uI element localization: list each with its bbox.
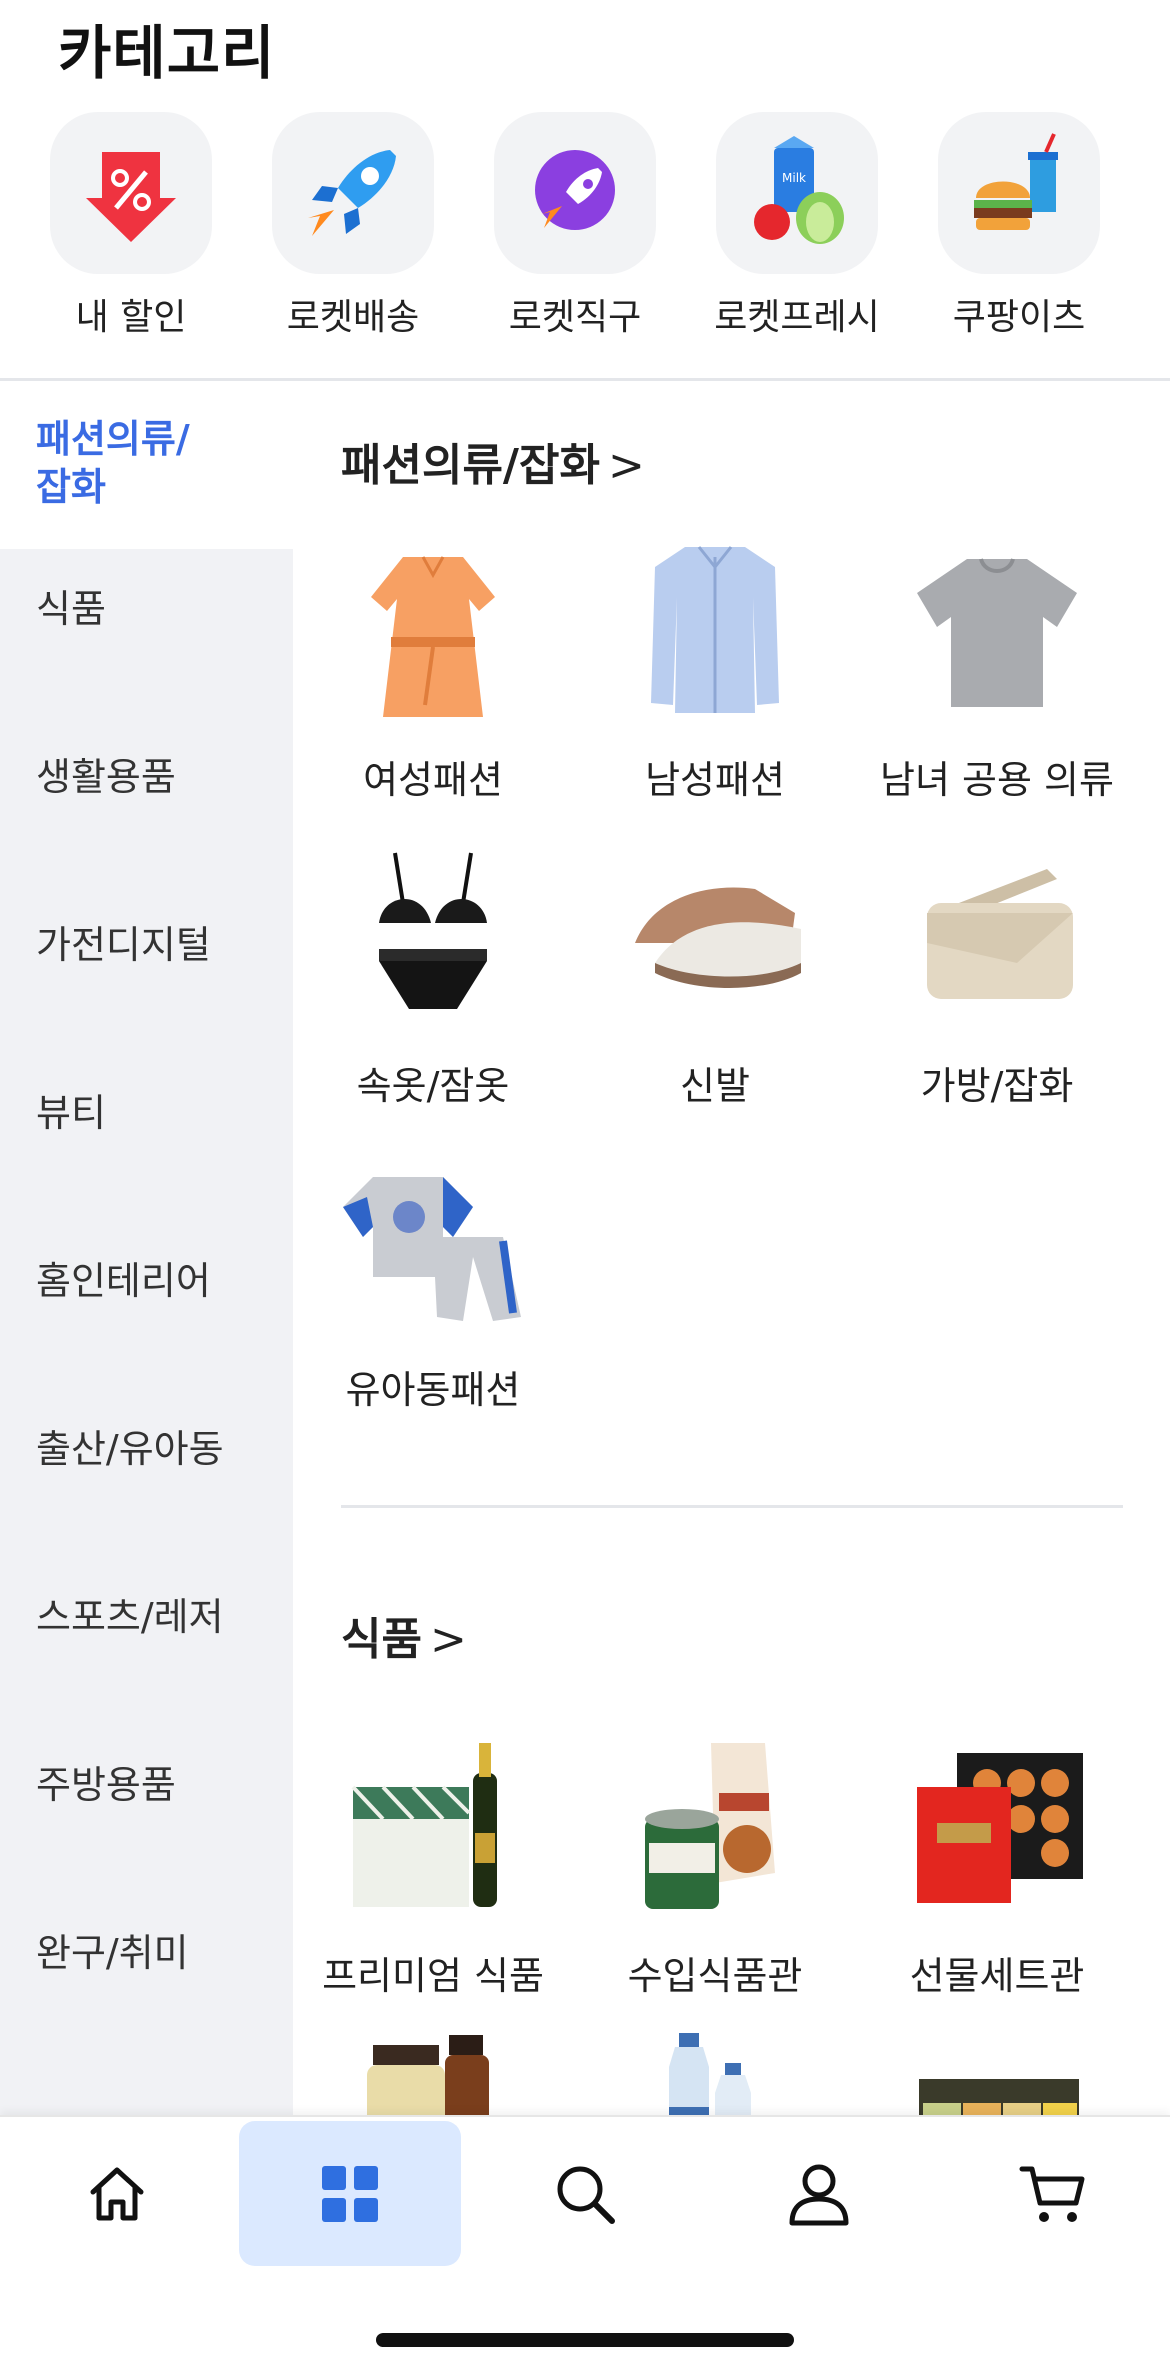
quick-link-rocket-fresh[interactable]: Milk 로켓프레시: [697, 112, 897, 340]
subcategory-imported-food[interactable]: 수입식품관: [575, 1723, 855, 2000]
sidebar-item-label: 패션의류/ 잡화: [36, 417, 190, 509]
chevron-right-icon: >: [429, 1614, 467, 1665]
subcategory-premium-food[interactable]: 프리미엄 식품: [293, 1723, 573, 2000]
category-content: 패션의류/잡화 > 여성패션 남성패션 남녀 공용 의류 속옷/잠옷 신발 가방…: [293, 381, 1170, 2115]
sidebar-item-label: 출산/유아동: [36, 1427, 224, 1471]
home-icon: [85, 2162, 149, 2226]
nav-cart-button[interactable]: [942, 2121, 1164, 2266]
section-divider: [341, 1505, 1123, 1508]
person-icon: [784, 2159, 854, 2229]
sidebar-item-label: 생활용품: [36, 755, 176, 799]
sidebar-item-electronics[interactable]: 가전디지털: [0, 885, 293, 1053]
subcategory-label: 수입식품관: [627, 1954, 803, 1998]
sidebar-item-label: 홈인테리어: [36, 1259, 211, 1303]
quick-link-label: 쿠팡이츠: [952, 297, 1086, 338]
quick-link-label: 로켓배송: [286, 297, 420, 338]
quick-link-label: 로켓직구: [508, 297, 642, 338]
page-title: 카테고리: [58, 19, 276, 87]
subcategory-label: 신발: [680, 1064, 750, 1108]
purple-rocket-icon: [494, 112, 656, 274]
subcategory-label: 프리미엄 식품: [322, 1954, 544, 1998]
quick-link-label: 내 할인: [75, 297, 187, 338]
search-icon: [550, 2159, 620, 2229]
gray-tshirt-image: [897, 527, 1097, 727]
section-title-food[interactable]: 식품 >: [341, 1603, 467, 1667]
quick-link-label: 로켓프레시: [714, 297, 880, 338]
subcategory-label: 가방/잡화: [920, 1064, 1074, 1108]
sidebar-item-label: 완구/취미: [36, 1931, 189, 1975]
sidebar-item-fashion[interactable]: 패션의류/ 잡화: [0, 381, 293, 549]
sidebar-item-household[interactable]: 생활용품: [0, 717, 293, 885]
quick-link-coupang-eats[interactable]: 쿠팡이츠: [919, 112, 1119, 340]
salt-oil-image: [333, 1723, 533, 1923]
kids-tracksuit-image: [333, 1137, 533, 1337]
supplement-bottles-image: [333, 2023, 533, 2115]
quick-link-rocket-delivery[interactable]: 로켓배송: [253, 112, 453, 340]
sidebar-item-sports[interactable]: 스포츠/레저: [0, 1557, 293, 1725]
section-title-text: 패션의류/잡화: [341, 440, 600, 491]
water-bottles-image: [615, 2023, 815, 2115]
sidebar-item-kitchen[interactable]: 주방용품: [0, 1725, 293, 1893]
nav-categories-button[interactable]: [239, 2121, 461, 2266]
subcategory-beverages[interactable]: [575, 2023, 855, 2115]
subcategory-kids-fashion[interactable]: 유아동패션: [293, 1137, 573, 1414]
quick-links: 내 할인 로켓배송 로켓직구 Milk 로켓프레시 쿠팡이츠: [0, 112, 1170, 342]
black-lingerie-image: [333, 833, 533, 1033]
subcategory-label: 유아동패션: [345, 1368, 521, 1412]
sidebar-item-baby-kids[interactable]: 출산/유아동: [0, 1389, 293, 1557]
section-title-fashion[interactable]: 패션의류/잡화 >: [341, 429, 645, 493]
subcategory-label: 속옷/잠옷: [356, 1064, 510, 1108]
sidebar-item-beauty[interactable]: 뷰티: [0, 1053, 293, 1221]
imported-food-image: [615, 1723, 815, 1923]
sidebar-item-label: 주방용품: [36, 1763, 176, 1807]
subcategory-coffee-tea[interactable]: [857, 2023, 1137, 2115]
subcategory-mens-fashion[interactable]: 남성패션: [575, 527, 855, 804]
sidebar-item-label: 뷰티: [36, 1091, 106, 1135]
rocket-icon: [272, 112, 434, 274]
subcategory-womens-fashion[interactable]: 여성패션: [293, 527, 573, 804]
subcategory-health-food[interactable]: [293, 2023, 573, 2115]
svg-text:Milk: Milk: [782, 171, 806, 185]
nav-my-page-button[interactable]: [708, 2121, 930, 2266]
category-sidebar: 패션의류/ 잡화 식품 생활용품 가전디지털 뷰티 홈인테리어 출산/유아동 스…: [0, 381, 293, 2115]
gift-set-image: [897, 1723, 1097, 1923]
tea-box-image: [897, 2023, 1097, 2115]
discount-tag-icon: [50, 112, 212, 274]
grid-icon: [318, 2162, 382, 2226]
beige-bag-image: [897, 833, 1097, 1033]
subcategory-shoes[interactable]: 신발: [575, 833, 855, 1110]
subcategory-bags[interactable]: 가방/잡화: [857, 833, 1137, 1110]
cart-icon: [1018, 2159, 1088, 2229]
sidebar-item-home-interior[interactable]: 홈인테리어: [0, 1221, 293, 1389]
nav-search-button[interactable]: [474, 2121, 696, 2266]
burger-drink-icon: [938, 112, 1100, 274]
section-title-text: 식품: [341, 1614, 422, 1665]
subcategory-label: 여성패션: [363, 758, 503, 802]
quick-link-rocket-global[interactable]: 로켓직구: [475, 112, 675, 340]
grocery-icon: Milk: [716, 112, 878, 274]
nav-home-button[interactable]: [6, 2121, 228, 2266]
sidebar-item-toys-hobby[interactable]: 완구/취미: [0, 1893, 293, 2061]
sneaker-image: [615, 833, 815, 1033]
sidebar-item-label: 스포츠/레저: [36, 1595, 224, 1639]
sidebar-item-label: 가전디지털: [36, 923, 211, 967]
blue-shirt-image: [615, 527, 815, 727]
sidebar-item-label: 식품: [36, 587, 106, 631]
home-indicator[interactable]: [376, 2333, 794, 2347]
orange-dress-image: [333, 527, 533, 727]
subcategory-underwear[interactable]: 속옷/잠옷: [293, 833, 573, 1110]
quick-link-my-discount[interactable]: 내 할인: [31, 112, 231, 340]
subcategory-label: 남녀 공용 의류: [880, 758, 1114, 802]
subcategory-label: 남성패션: [645, 758, 785, 802]
chevron-right-icon: >: [607, 440, 645, 491]
sidebar-item-food[interactable]: 식품: [0, 549, 293, 717]
subcategory-gift-sets[interactable]: 선물세트관: [857, 1723, 1137, 2000]
subcategory-label: 선물세트관: [909, 1954, 1085, 1998]
subcategory-unisex-clothing[interactable]: 남녀 공용 의류: [857, 527, 1137, 804]
